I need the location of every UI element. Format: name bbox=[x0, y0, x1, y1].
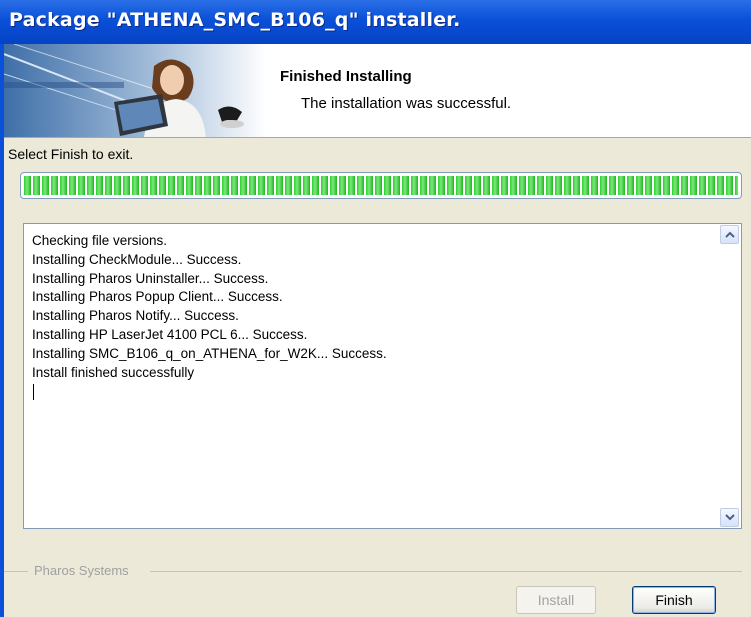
log-line: Checking file versions. bbox=[32, 233, 168, 248]
instruction-text: Select Finish to exit. bbox=[8, 146, 134, 162]
header-subtitle: The installation was successful. bbox=[301, 95, 512, 112]
log-line: Installing Pharos Uninstaller... Success… bbox=[32, 270, 269, 286]
log-line: Installing SMC_B106_q_on_ATHENA_for_W2K.… bbox=[32, 345, 387, 361]
log-line: Installing Pharos Notify... Success. bbox=[32, 308, 239, 324]
header-title: Finished Installing bbox=[280, 68, 412, 85]
group-divider bbox=[150, 571, 742, 572]
progress-bar bbox=[20, 172, 742, 199]
log-line: Installing Pharos Popup Client... Succes… bbox=[32, 289, 283, 305]
vertical-scrollbar[interactable] bbox=[720, 225, 740, 527]
log-line: Installing HP LaserJet 4100 PCL 6... Suc… bbox=[32, 326, 308, 342]
install-button[interactable]: Install bbox=[516, 586, 596, 614]
log-line: Install finished successfully bbox=[32, 364, 195, 380]
vendor-label: Pharos Systems bbox=[30, 563, 133, 578]
group-divider bbox=[4, 571, 28, 572]
text-cursor bbox=[33, 384, 34, 400]
chevron-up-icon bbox=[725, 231, 735, 238]
scroll-up-button[interactable] bbox=[720, 225, 739, 244]
banner-image bbox=[4, 44, 266, 137]
chevron-down-icon bbox=[725, 514, 735, 521]
log-line: Installing CheckModule... Success. bbox=[32, 251, 242, 267]
scroll-down-button[interactable] bbox=[720, 508, 739, 527]
log-lines: Checking file versions. Installing CheckM… bbox=[32, 232, 387, 382]
progress-fill bbox=[24, 176, 738, 195]
finish-button[interactable]: Finish bbox=[632, 586, 716, 614]
window-title: Package "ATHENA_SMC_B106_q" installer. bbox=[9, 9, 461, 31]
title-bar[interactable]: Package "ATHENA_SMC_B106_q" installer. bbox=[0, 0, 751, 44]
install-log[interactable]: Checking file versions. Installing CheckM… bbox=[23, 223, 742, 529]
